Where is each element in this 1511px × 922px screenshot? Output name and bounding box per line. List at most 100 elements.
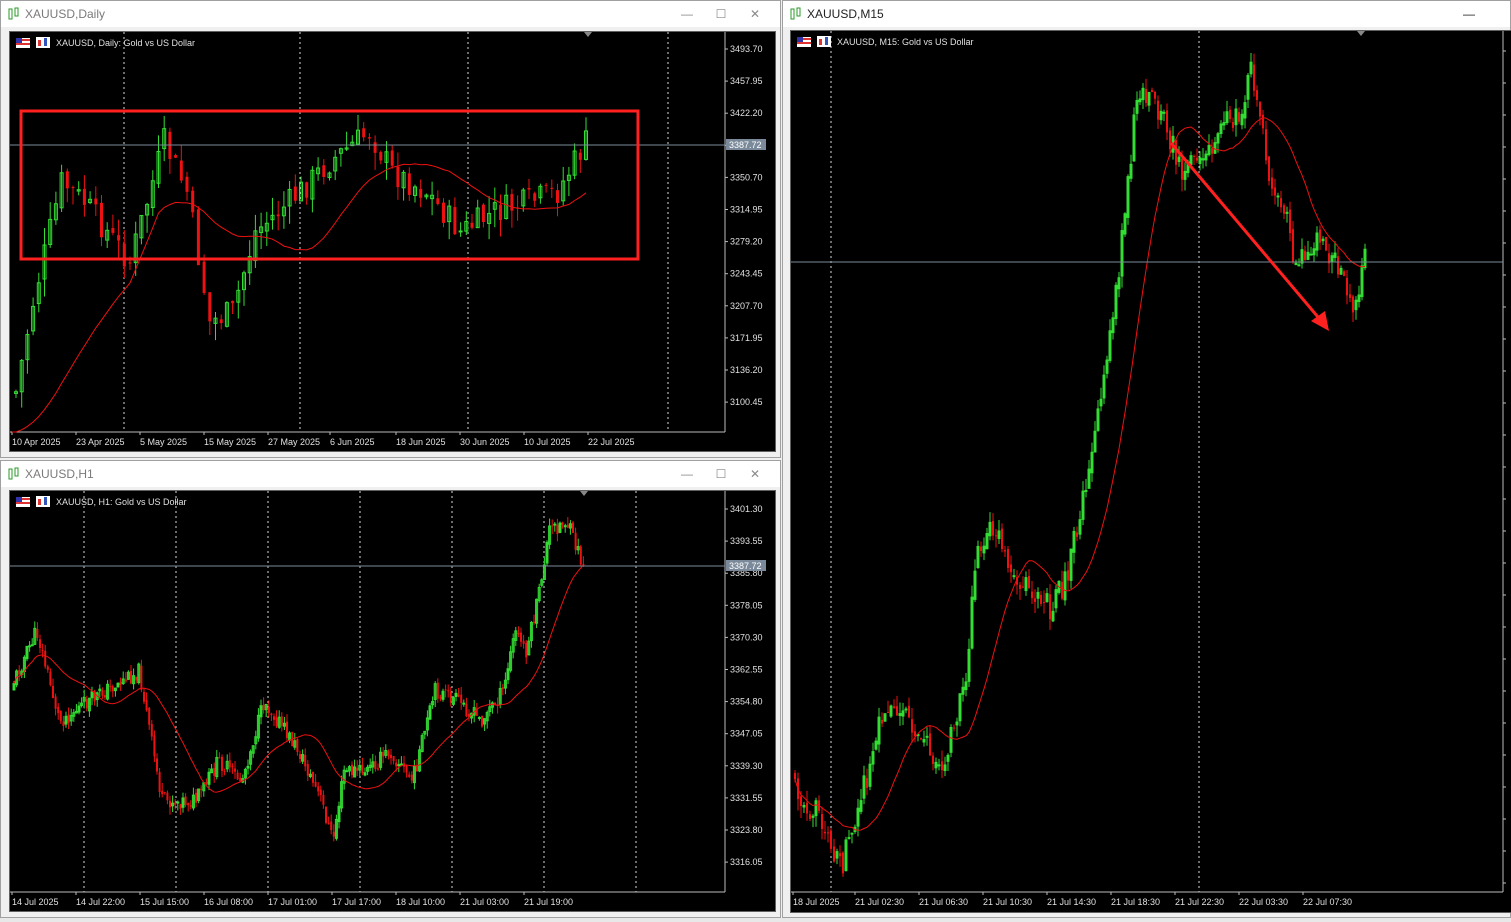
candle-body: [904, 708, 908, 711]
candle-body: [1346, 277, 1348, 296]
candle-body: [1157, 100, 1159, 120]
price-axis-label: 3171.95: [730, 333, 763, 343]
m15-window[interactable]: XAUUSD,M15 — 18 Jul 2025 21 Jul 02:30 21 J…: [782, 0, 1511, 918]
candle-body: [71, 187, 75, 189]
time-axis-label: 10 Jul 2025: [524, 437, 571, 447]
price-axis-label: 3331.55: [730, 793, 763, 803]
candle-body: [533, 193, 537, 201]
price-axis-label: 3354.80: [730, 697, 763, 707]
candle-body: [390, 150, 394, 166]
candle-body: [185, 176, 189, 192]
candle-body: [143, 691, 145, 702]
candle-body: [392, 756, 395, 762]
minimize-button[interactable]: —: [673, 4, 701, 24]
daily-chart[interactable]: 3493.703457.953422.203386.453350.703314.…: [9, 31, 776, 452]
minimize-button[interactable]: —: [1455, 4, 1483, 24]
m15-titlebar[interactable]: XAUUSD,M15 —: [783, 1, 1510, 27]
candle-body: [458, 230, 463, 233]
candle-body: [101, 690, 104, 696]
candle-body: [447, 690, 450, 692]
candle-body: [57, 706, 60, 714]
window-title: XAUUSD,H1: [25, 467, 94, 481]
candle-body: [52, 686, 54, 699]
close-button[interactable]: ✕: [741, 464, 769, 484]
time-axis-label: 17 Jul 17:00: [332, 897, 381, 907]
h1-titlebar[interactable]: XAUUSD,H1 — ☐ ✕: [1, 461, 780, 487]
candle-body: [517, 632, 520, 634]
candle-body: [896, 706, 898, 716]
candle-body: [176, 801, 180, 804]
candle-body: [572, 522, 574, 533]
candle-body: [953, 727, 955, 729]
candle-body: [920, 738, 922, 740]
candle-body: [208, 292, 212, 322]
candle-body: [992, 521, 994, 536]
candle-body: [117, 235, 121, 241]
price-axis-label: 3422.20: [730, 108, 763, 118]
time-axis-label: 21 Jul 18:30: [1111, 897, 1160, 907]
time-axis-label: 21 Jul 06:30: [919, 897, 968, 907]
candle-body: [28, 645, 32, 648]
candle-body: [153, 735, 156, 757]
candle-body: [1309, 253, 1313, 256]
price-axis-label: 3279.20: [730, 237, 763, 247]
flag-icon: [16, 496, 30, 507]
candle-body: [800, 796, 802, 807]
h1-chart-svg[interactable]: 3401.303393.553385.803378.053370.303362.…: [10, 491, 775, 911]
candle-body: [148, 707, 151, 725]
candle-body: [377, 768, 379, 770]
candle-body: [65, 171, 69, 189]
close-button[interactable]: ✕: [741, 4, 769, 24]
price-axis-label: 3314.95: [730, 205, 763, 215]
candle-body: [205, 782, 208, 784]
maximize-button[interactable]: ☐: [707, 464, 735, 484]
h1-chart[interactable]: 3401.30 3393.55 3385.80 3378.05 3370.30 3362.…: [9, 490, 776, 912]
candle-body: [361, 764, 364, 774]
candle-body: [306, 764, 309, 776]
candle-body: [62, 721, 65, 727]
minimize-button[interactable]: —: [673, 464, 701, 484]
candle-body: [166, 792, 169, 801]
buysell-icon[interactable]: [36, 37, 50, 48]
daily-window[interactable]: XAUUSD,Daily — ☐ ✕ 3493.70 3457.95 3422.20…: [0, 0, 781, 458]
candle-body: [1166, 110, 1168, 133]
candle-body: [158, 772, 161, 792]
m15-chart-svg[interactable]: 18 Jul 2025 21 Jul 02:30 21 Jul 06:30 21 Ju…: [791, 31, 1511, 912]
h1-window[interactable]: XAUUSD,H1 — ☐ ✕ 3401.30 3393.55 3385.80 337…: [0, 460, 781, 918]
m15-chart[interactable]: 18 Jul 2025 21 Jul 02:30 21 Jul 06:30 21 Ju…: [790, 30, 1511, 913]
price-axis-label: 3393.55: [730, 536, 763, 546]
buysell-icon[interactable]: [817, 36, 831, 47]
moving-average-line: [12, 163, 587, 433]
candle-body: [397, 764, 401, 767]
candle-body: [1151, 89, 1153, 93]
candle-body: [332, 831, 335, 837]
candle-body: [847, 837, 851, 840]
candle-body: [1040, 594, 1042, 604]
candle-body: [379, 152, 383, 161]
daily-chart-svg[interactable]: 3493.703457.953422.203386.453350.703314.…: [10, 32, 775, 451]
candle-body: [1196, 157, 1198, 161]
time-axis-label: 27 May 2025: [268, 437, 320, 447]
candle-body: [556, 524, 559, 535]
candle-body: [1175, 139, 1177, 165]
time-axis-label: 21 Jul 02:30: [855, 897, 904, 907]
candle-body: [67, 714, 70, 723]
buysell-icon[interactable]: [36, 496, 50, 507]
candle-body: [196, 209, 200, 266]
candle-body: [510, 194, 514, 211]
maximize-button[interactable]: ☐: [707, 4, 735, 24]
candle-body: [296, 738, 299, 753]
chart-symbol-text: XAUUSD, Daily: Gold vs US Dollar: [56, 37, 196, 48]
price-axis-label: 3378.05: [730, 600, 763, 610]
candle-body: [399, 763, 403, 766]
daily-titlebar[interactable]: XAUUSD,Daily — ☐ ✕: [1, 1, 780, 27]
candle-body: [356, 767, 359, 771]
candle-body: [449, 691, 452, 703]
time-axis-label: 15 May 2025: [204, 437, 256, 447]
chart-icon: [8, 7, 19, 20]
candle-body: [100, 202, 103, 238]
candle-body: [396, 166, 400, 188]
candle-body: [465, 703, 468, 717]
candle-body: [1181, 158, 1183, 180]
candle-body: [1028, 576, 1030, 589]
